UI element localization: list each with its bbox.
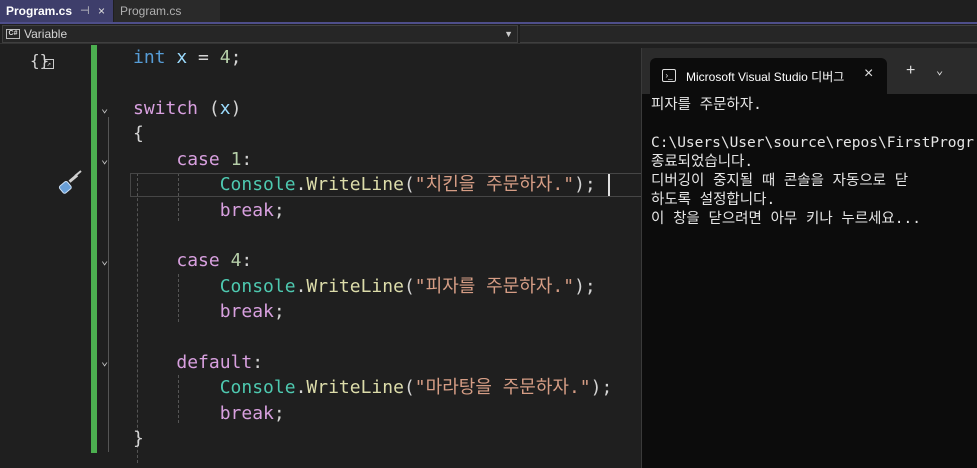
console-title: Microsoft Visual Studio 디버그	[686, 70, 845, 84]
code-line-open-brace: {	[133, 123, 144, 144]
code-line-switch: switch (x)	[133, 98, 242, 119]
console-output: 피자를 주문하자. C:\Users\User\source\repos\Fir…	[651, 96, 977, 229]
debug-console-window[interactable]: ›_ Microsoft Visual Studio 디버그 × + ⌄ 피자를…	[641, 48, 977, 468]
tab-program-cs-active[interactable]: Program.cs ⊣ ×	[0, 0, 113, 22]
console-titlebar[interactable]: ›_ Microsoft Visual Studio 디버그 × + ⌄	[642, 48, 977, 94]
terminal-icon: ›_	[662, 69, 676, 82]
pin-icon[interactable]: ⊣	[80, 0, 90, 22]
change-tracking-bar	[91, 45, 97, 453]
code-line-case1: case 1:	[176, 149, 253, 170]
csharp-file-icon: C#	[6, 29, 20, 39]
code-line-writeline-3: Console.WriteLine("마라탕을 주문하자.");	[219, 377, 613, 398]
code-line-writeline-1: Console.WriteLine("치킨을 주문하자.");	[219, 174, 596, 195]
console-line: 피자를 주문하자.	[651, 97, 762, 113]
plus-icon[interactable]: +	[906, 62, 915, 80]
code-line-default: default:	[176, 352, 264, 373]
console-line: 이 창을 닫으려면 아무 키나 누르세요...	[651, 211, 921, 227]
console-tab[interactable]: ›_ Microsoft Visual Studio 디버그 ×	[650, 58, 887, 94]
code-line-int-declaration: int x = 4;	[133, 47, 242, 68]
console-line: C:\Users\User\source\repos\FirstProgr	[651, 135, 975, 151]
tab-label: Program.cs	[6, 4, 73, 18]
console-line: 하도록 설정합니다.	[651, 192, 776, 208]
fold-switch-chevron-icon[interactable]: ⌄	[101, 101, 115, 115]
document-tab-strip: Program.cs ⊣ × Program.cs	[0, 0, 977, 24]
console-line: 디버깅이 중지될 때 콘솔을 자동으로 닫	[651, 173, 909, 189]
tab-label: Program.cs	[120, 4, 182, 18]
code-line-close-brace: }	[133, 428, 144, 449]
close-icon[interactable]: ×	[98, 0, 105, 22]
text-caret	[608, 174, 610, 196]
code-line-break-1: break;	[219, 200, 285, 221]
fold-region-line	[108, 117, 109, 452]
tab-program-cs[interactable]: Program.cs	[114, 0, 220, 22]
close-icon[interactable]: ×	[864, 65, 873, 83]
code-line-break-2: break;	[219, 301, 285, 322]
code-line-writeline-2: Console.WriteLine("피자를 주문하자.");	[219, 276, 596, 297]
chevron-down-icon[interactable]: ▼	[504, 26, 513, 42]
member-dropdown[interactable]: C# Variable ▼	[2, 25, 518, 43]
navigation-bar: C# Variable ▼	[0, 24, 977, 44]
member-dropdown-secondary[interactable]	[520, 25, 977, 43]
chevron-down-icon[interactable]: ⌄	[936, 63, 943, 77]
code-line-case4: case 4:	[176, 250, 253, 271]
dropdown-value: Variable	[24, 27, 68, 41]
console-line: 종료되었습니다.	[651, 154, 754, 170]
scope-icon: {} ↗	[30, 51, 54, 70]
quick-action-screwdriver-icon[interactable]	[56, 169, 86, 199]
code-line-break-3: break;	[219, 403, 285, 424]
